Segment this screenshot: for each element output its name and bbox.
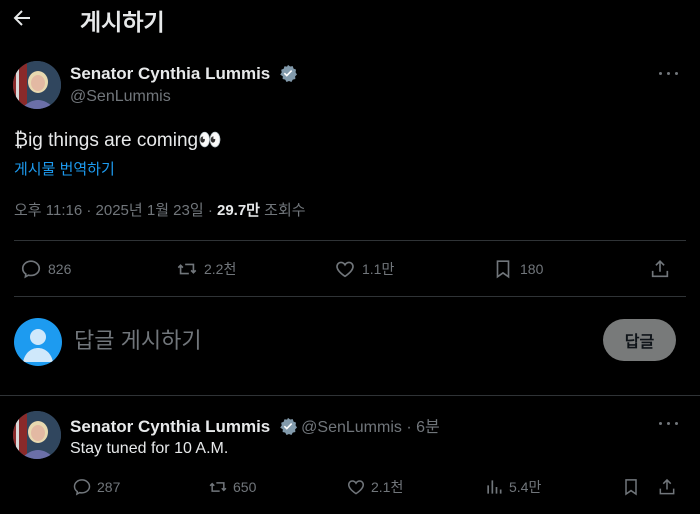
author-handle[interactable]: @SenLummis: [70, 88, 171, 106]
reply-count: 826: [48, 261, 72, 277]
divider: [14, 240, 686, 241]
share-icon: [651, 260, 669, 278]
repost-count: 2.2천: [204, 261, 237, 277]
like-icon: [347, 480, 365, 495]
page-title: 게시하기: [80, 9, 165, 35]
post-timestamp[interactable]: 오후 11:16 · 2025년 1월 23일 ·: [14, 202, 217, 219]
reply-bookmark-button[interactable]: [621, 477, 641, 497]
views-icon: [487, 480, 502, 494]
views-label: 조회수: [259, 202, 306, 219]
bookmark-icon: [496, 260, 510, 279]
avatar[interactable]: [13, 61, 61, 109]
reply-reply-count: 287: [97, 479, 121, 495]
reply-share-button[interactable]: [657, 477, 677, 497]
share-button[interactable]: [649, 258, 671, 280]
repost-button[interactable]: 2.2천: [176, 258, 236, 280]
reply-repost-count: 650: [233, 479, 257, 495]
bookmark-button[interactable]: 180: [492, 258, 543, 280]
reply-like-count: 2.1천: [371, 479, 404, 495]
post-meta: 오후 11:16 · 2025년 1월 23일 · 29.7만 조회수: [14, 199, 306, 220]
divider: [0, 395, 700, 396]
default-avatar-icon[interactable]: [14, 318, 62, 366]
reply-author-handle[interactable]: @SenLummis: [301, 419, 402, 436]
reply-views-button[interactable]: 5.4만: [484, 477, 541, 497]
reply-views-count: 5.4만: [509, 479, 542, 495]
like-count: 1.1만: [362, 261, 395, 277]
divider: [14, 296, 686, 297]
reply-author-name[interactable]: Senator Cynthia Lummis: [70, 417, 270, 436]
post-text: ₿ig things are coming👀: [14, 130, 222, 151]
reply-repost-button[interactable]: 650: [208, 477, 256, 497]
reply-input[interactable]: 답글 게시하기: [74, 323, 202, 355]
verified-badge-icon: [279, 417, 297, 435]
reply-avatar[interactable]: [13, 411, 61, 459]
top-header: 게시하기: [0, 0, 700, 40]
post-author[interactable]: Senator Cynthia Lummis: [70, 64, 297, 84]
reply-more-icon[interactable]: [655, 413, 683, 433]
verified-badge-icon: [279, 64, 297, 82]
reply-like-button[interactable]: 2.1천: [346, 477, 403, 497]
translate-link[interactable]: 게시물 번역하기: [14, 158, 115, 179]
reply-button[interactable]: 826: [20, 258, 71, 280]
back-arrow-icon[interactable]: [10, 6, 40, 32]
reply-icon: [73, 479, 91, 496]
reply-reply-button[interactable]: 287: [72, 477, 120, 497]
author-name[interactable]: Senator Cynthia Lummis: [70, 64, 270, 83]
reply-submit-button[interactable]: 답글: [603, 319, 676, 361]
repost-icon: [209, 482, 227, 492]
reply-time[interactable]: · 6분: [402, 419, 439, 436]
more-icon[interactable]: [655, 63, 683, 83]
reply-icon: [21, 260, 41, 279]
reply-author: Senator Cynthia Lummis @SenLummis · 6분: [70, 413, 440, 437]
like-icon: [336, 261, 354, 278]
reply-text: Stay tuned for 10 A.M.: [70, 440, 229, 457]
views-count[interactable]: 29.7만: [217, 202, 260, 219]
share-icon: [659, 478, 675, 495]
repost-icon: [177, 263, 197, 275]
bookmark-icon: [625, 479, 637, 496]
bookmark-count: 180: [520, 261, 544, 277]
like-button[interactable]: 1.1만: [334, 258, 394, 280]
